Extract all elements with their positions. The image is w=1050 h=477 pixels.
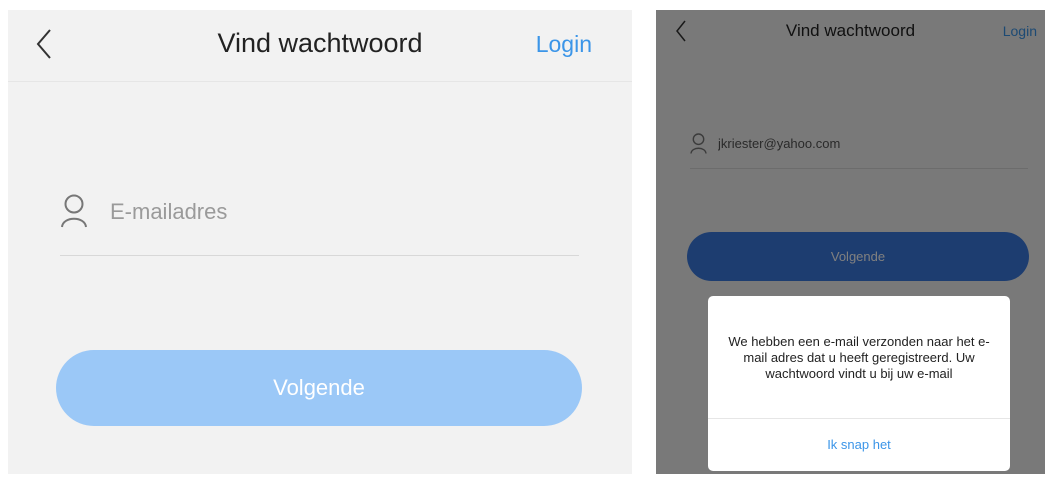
email-field-row [60, 194, 579, 256]
user-icon [61, 194, 87, 228]
email-input[interactable] [110, 194, 570, 230]
find-password-screen-confirmation: Vind wachtwoord Login Volgende We hebben… [656, 10, 1045, 474]
next-button[interactable]: Volgende [56, 350, 582, 426]
find-password-screen-empty: Vind wachtwoord Login Volgende [8, 10, 632, 474]
dialog-message: We hebben een e-mail verzonden naar het … [728, 334, 990, 381]
header-bar: Vind wachtwoord Login [8, 10, 632, 82]
screenshot-canvas: Vind wachtwoord Login Volgende Vind wach… [0, 0, 1050, 477]
confirmation-dialog: We hebben een e-mail verzonden naar het … [708, 296, 1010, 471]
login-link[interactable]: Login [536, 31, 592, 58]
dialog-ok-button[interactable]: Ik snap het [708, 419, 1010, 471]
